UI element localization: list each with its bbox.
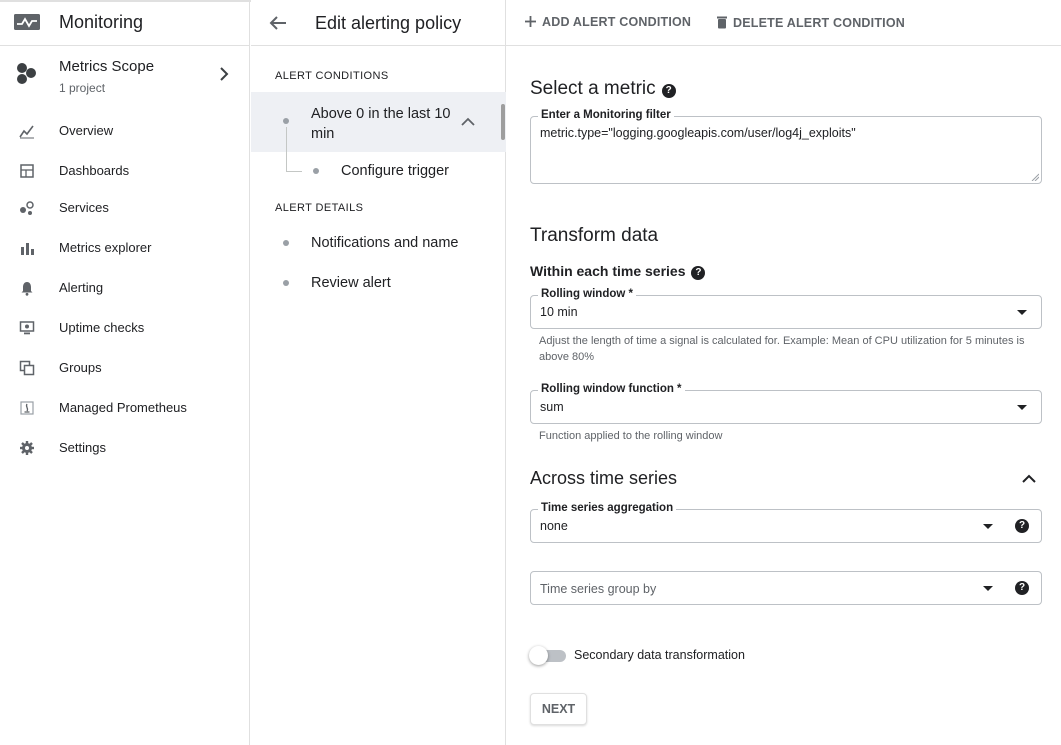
app-brand: Monitoring — [0, 0, 250, 46]
nav-label: Managed Prometheus — [59, 400, 187, 415]
rolling-window-function-label: Rolling window function * — [538, 383, 685, 395]
help-icon[interactable]: ? — [661, 84, 676, 98]
monitor-icon — [19, 321, 35, 335]
hexagons-icon — [17, 63, 36, 84]
nav-label: Settings — [59, 440, 106, 455]
review-alert-step[interactable]: Review alert — [311, 275, 391, 291]
add-alert-condition-label: ADD ALERT CONDITION — [542, 15, 692, 29]
select-metric-heading: Select a metric? — [530, 78, 676, 100]
trash-icon — [717, 16, 727, 29]
nav-item-overview[interactable]: Overview — [0, 114, 250, 148]
nav-item-metrics-explorer[interactable]: Metrics explorer — [0, 231, 250, 265]
services-icon — [20, 201, 34, 215]
rolling-window-label: Rolling window * — [538, 288, 636, 300]
rolling-window-select[interactable]: Rolling window * 10 min — [530, 288, 1042, 329]
rolling-window-function-hint: Function applied to the rolling window — [539, 430, 723, 442]
nav-label: Groups — [59, 360, 102, 375]
plus-icon — [525, 16, 536, 27]
bell-icon — [21, 282, 33, 296]
prometheus-icon — [20, 401, 34, 415]
step-connector — [286, 127, 287, 171]
nav-item-settings[interactable]: Settings — [0, 431, 250, 465]
rolling-window-function-select[interactable]: Rolling window function * sum — [530, 383, 1042, 424]
monitoring-filter-field[interactable]: Enter a Monitoring filter metric.type="l… — [530, 109, 1042, 184]
nav-label: Services — [59, 200, 109, 215]
resize-handle-icon[interactable] — [1031, 173, 1039, 181]
dashboards-icon — [20, 164, 34, 178]
step-dot — [283, 118, 289, 124]
time-series-aggregation-select[interactable]: Time series aggregation none ? — [530, 502, 1042, 543]
within-time-series-heading-text: Within each time series — [530, 263, 686, 279]
next-button[interactable]: NEXT — [530, 693, 587, 725]
configure-trigger-step[interactable]: Configure trigger — [341, 163, 449, 179]
left-navigation: Monitoring Metrics Scope 1 project Overv… — [0, 0, 250, 745]
alert-conditions-label: ALERT CONDITIONS — [275, 70, 389, 82]
within-time-series-heading: Within each time series? — [530, 263, 706, 280]
secondary-transformation-label: Secondary data transformation — [574, 648, 745, 662]
help-icon[interactable]: ? — [691, 266, 706, 280]
time-series-group-by-placeholder: Time series group by — [540, 582, 657, 596]
notifications-step[interactable]: Notifications and name — [311, 235, 459, 251]
time-series-aggregation-label: Time series aggregation — [538, 502, 677, 514]
bar-chart-icon — [21, 243, 34, 255]
delete-alert-condition-button[interactable]: DELETE ALERT CONDITION — [716, 15, 905, 30]
nav-item-alerting[interactable]: Alerting — [0, 271, 250, 305]
toggle-knob[interactable] — [529, 646, 548, 665]
time-series-aggregation-value: none — [540, 519, 568, 533]
chevron-right-icon — [220, 67, 229, 81]
app-title: Monitoring — [59, 12, 144, 32]
nav-label: Metrics explorer — [59, 240, 152, 255]
help-icon[interactable]: ? — [1015, 581, 1029, 595]
alert-details-label: ALERT DETAILS — [275, 202, 364, 214]
nav-item-dashboards[interactable]: Dashboards — [0, 154, 250, 188]
condition-step-active[interactable]: Above 0 in the last 10 min — [251, 92, 506, 152]
monitoring-filter-value[interactable]: metric.type="logging.googleapis.com/user… — [540, 126, 856, 140]
step-connector — [286, 171, 302, 172]
chevron-up-icon[interactable] — [461, 117, 475, 126]
dropdown-arrow-icon — [1017, 310, 1027, 315]
nav-item-uptime-checks[interactable]: Uptime checks — [0, 311, 250, 345]
transform-data-heading: Transform data — [530, 225, 659, 246]
dropdown-arrow-icon — [983, 586, 993, 591]
nav-item-groups[interactable]: Groups — [0, 351, 250, 385]
dropdown-arrow-icon — [983, 524, 993, 529]
step-dot — [283, 240, 289, 246]
nav-label: Uptime checks — [59, 320, 145, 335]
rolling-window-hint: Adjust the length of time a signal is ca… — [539, 335, 1025, 363]
nav-item-managed-prometheus[interactable]: Managed Prometheus — [0, 391, 250, 425]
nav-item-services[interactable]: Services — [0, 191, 250, 225]
add-alert-condition-button[interactable]: ADD ALERT CONDITION — [524, 15, 691, 29]
nav-label: Dashboards — [59, 163, 130, 178]
condition-step-label: Above 0 in the last 10 min — [311, 106, 451, 142]
steps-scrollbar[interactable] — [501, 104, 505, 140]
gear-icon — [20, 441, 34, 455]
rolling-window-function-value: sum — [540, 400, 564, 414]
rolling-window-value: 10 min — [540, 305, 578, 319]
step-dot — [283, 280, 289, 286]
groups-icon — [19, 360, 35, 376]
metrics-scope-selector[interactable]: Metrics Scope 1 project — [0, 47, 250, 107]
chevron-up-icon[interactable] — [1022, 474, 1036, 483]
nav-label: Alerting — [59, 280, 104, 295]
dropdown-arrow-icon — [1017, 405, 1027, 410]
nav-label: Overview — [59, 123, 114, 138]
select-metric-heading-text: Select a metric — [530, 78, 656, 99]
time-series-group-by-select[interactable]: Time series group by ? — [530, 571, 1042, 605]
delete-alert-condition-label: DELETE ALERT CONDITION — [733, 16, 905, 30]
monitoring-logo-icon — [14, 14, 40, 30]
monitoring-filter-label: Enter a Monitoring filter — [538, 109, 674, 121]
across-time-series-heading: Across time series — [530, 468, 678, 488]
help-icon[interactable]: ? — [1015, 519, 1029, 533]
overview-icon — [19, 125, 34, 139]
step-dot — [313, 168, 319, 174]
scope-subtitle: 1 project — [59, 81, 106, 95]
scope-title: Metrics Scope — [59, 58, 155, 75]
